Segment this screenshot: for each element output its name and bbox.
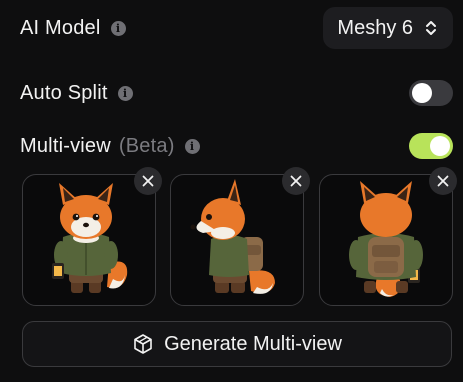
multi-view-settings-panel: AI Model i Meshy 6 Auto Split i Multi-vi…: [0, 0, 463, 382]
auto-split-label-group: Auto Split i: [20, 82, 133, 105]
close-icon: [290, 175, 302, 187]
ai-model-label: AI Model: [20, 16, 101, 39]
fox-front-image: [52, 183, 128, 293]
toggle-knob: [430, 136, 450, 156]
multi-view-label-group: Multi-view (Beta) i: [20, 135, 200, 158]
auto-split-row: Auto Split i: [20, 79, 453, 107]
view-thumbnail-side[interactable]: [170, 167, 310, 306]
close-icon: [142, 175, 154, 187]
generate-multi-view-button[interactable]: Generate Multi-view: [22, 321, 452, 367]
multi-view-row: Multi-view (Beta) i: [20, 132, 453, 160]
generate-button-label: Generate Multi-view: [164, 332, 342, 355]
remove-view-button[interactable]: [134, 167, 162, 195]
multi-view-toggle[interactable]: [409, 133, 453, 159]
toggle-knob: [412, 83, 432, 103]
info-icon[interactable]: i: [110, 20, 126, 36]
fox-side-image: [190, 179, 275, 294]
multi-view-thumbnails: [22, 167, 457, 306]
remove-view-button[interactable]: [282, 167, 310, 195]
remove-view-button[interactable]: [429, 167, 457, 195]
fox-back-image: [349, 181, 423, 297]
ai-model-selected-value: Meshy 6: [337, 16, 413, 39]
ai-model-label-group: AI Model i: [20, 17, 126, 40]
ai-model-select[interactable]: Meshy 6: [323, 7, 453, 49]
auto-split-label: Auto Split: [20, 81, 108, 104]
ai-model-row: AI Model i Meshy 6: [20, 7, 453, 49]
multi-view-label: Multi-view: [20, 134, 111, 157]
info-icon[interactable]: i: [117, 85, 133, 101]
view-thumbnail-back[interactable]: [319, 167, 457, 306]
beta-badge: (Beta): [118, 134, 175, 157]
auto-split-toggle[interactable]: [409, 80, 453, 106]
chevron-up-down-icon: [426, 21, 436, 35]
view-thumbnail-front[interactable]: [22, 167, 162, 306]
info-icon[interactable]: i: [184, 138, 200, 154]
close-icon: [437, 175, 449, 187]
cube-icon: [134, 334, 152, 354]
